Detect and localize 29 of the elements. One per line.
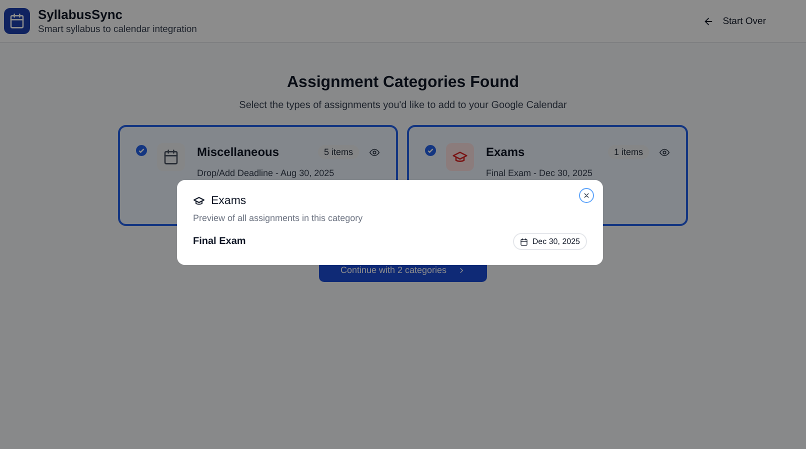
category-name: Miscellaneous: [197, 145, 280, 159]
calendar-logo-icon: [4, 8, 30, 34]
item-count-badge: 5 items: [318, 145, 359, 159]
eye-icon[interactable]: [369, 146, 380, 158]
dialog-title: Exams: [211, 195, 246, 207]
checkmark-icon: [137, 146, 146, 155]
dialog-description: Preview of all assignments in this category: [193, 213, 364, 223]
graduation-cap-icon: [193, 195, 205, 207]
item-count-badge: 1 items: [608, 145, 649, 159]
app-tagline: Smart syllabus to calendar integration: [38, 24, 197, 35]
assignment-name: Final Exam: [193, 236, 246, 247]
arrow-left-icon: [702, 16, 714, 26]
calendar-icon: [163, 149, 179, 165]
page-heading: Assignment Categories Found: [286, 74, 520, 92]
close-icon: [582, 191, 591, 200]
close-button[interactable]: [579, 188, 594, 203]
app-name: SyllabusSync: [38, 7, 124, 22]
category-name: Exams: [486, 145, 526, 159]
eye-icon[interactable]: [659, 146, 670, 158]
category-preview: Drop/Add Deadline - Aug 30, 2025: [197, 168, 336, 178]
graduation-cap-icon: [452, 149, 468, 165]
date-badge: Dec 30, 2025: [513, 233, 587, 250]
category-preview: Final Exam - Dec 30, 2025: [486, 168, 594, 178]
checkbox[interactable]: [136, 145, 147, 156]
page-subheading: Select the types of assignments you'd like to add to your Google Calendar: [239, 100, 567, 111]
checkmark-icon: [426, 146, 435, 155]
checkbox[interactable]: [425, 145, 436, 156]
calendar-icon: [520, 238, 528, 246]
start-over-button[interactable]: Start Over: [698, 12, 770, 30]
